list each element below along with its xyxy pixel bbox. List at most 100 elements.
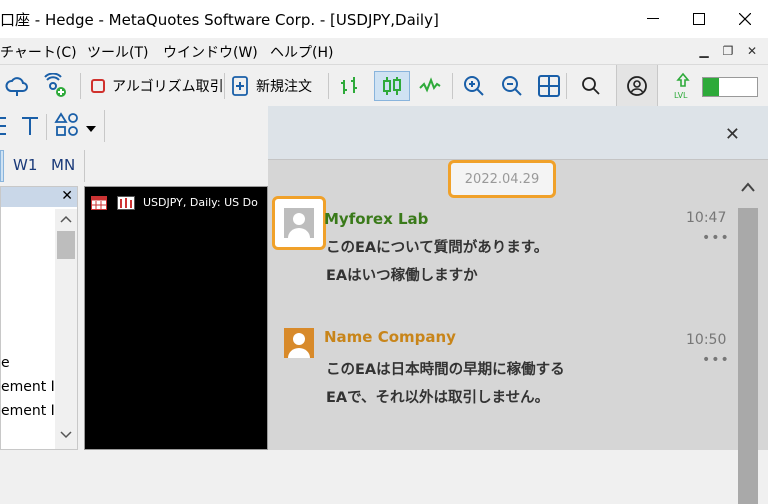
tile-windows-button[interactable] [538, 71, 560, 101]
message-time: 10:47 [686, 210, 727, 226]
close-icon[interactable]: ✕ [61, 188, 73, 204]
shapes-icon [54, 112, 78, 136]
scroll-thumb[interactable] [57, 231, 75, 259]
avatar[interactable] [284, 328, 314, 358]
timeframe-mn[interactable]: MN [51, 156, 75, 174]
table-icon [91, 196, 107, 210]
profile-button[interactable] [616, 65, 658, 107]
menu-bar: チャート(C) ツール(T) ウインドウ(W) ヘルプ(H) ▁ ❐ ✕ [0, 38, 768, 64]
level-button[interactable]: LVL [672, 71, 694, 101]
menu-window[interactable]: ウインドウ(W) [163, 42, 258, 62]
message-more-icon[interactable]: ••• [702, 230, 730, 246]
text-tool-button[interactable] [20, 114, 40, 142]
navigator-item[interactable]: ement Ir [1, 403, 61, 419]
toolbar-end [84, 150, 85, 182]
message-line: このEAは日本時間の早期に稼働する [326, 362, 565, 378]
cloud-icon [5, 77, 28, 96]
message-sender[interactable]: Name Company [324, 328, 456, 346]
mdi-minimize-button[interactable]: ▁ [694, 41, 714, 61]
zoom-in-icon [464, 76, 484, 96]
signal-plus-icon [44, 73, 66, 97]
candlestick-icon [383, 77, 401, 95]
algo-trading-label: アルゴリズム取引 [112, 79, 224, 95]
chat-header: ✕ [268, 106, 768, 160]
timeframe-toolbar: W1 MN [0, 146, 268, 186]
toolbar-end [104, 110, 105, 142]
message-line: EAはいつ稼働しますか [326, 268, 478, 284]
svg-text:LVL: LVL [674, 91, 688, 100]
zoom-out-button[interactable] [500, 71, 524, 101]
stop-icon [91, 79, 105, 93]
menu-chart[interactable]: チャート(C) [0, 42, 77, 62]
new-order-button[interactable]: 新規注文 [232, 71, 312, 101]
grid-icon [538, 75, 560, 97]
message-line: EAで、それ以外は取引しません。 [326, 390, 550, 406]
shapes-dropdown[interactable] [86, 118, 96, 137]
level-icon: LVL [674, 72, 690, 100]
crosshair-icon [0, 117, 6, 135]
menu-help[interactable]: ヘルプ(H) [270, 42, 333, 62]
close-window-button[interactable] [722, 0, 768, 38]
signal-button[interactable] [42, 71, 68, 101]
chevron-up-icon [741, 182, 755, 192]
person-silhouette-icon [288, 333, 310, 358]
person-circle-icon [627, 76, 647, 96]
mdi-close-button[interactable]: ✕ [742, 41, 762, 61]
toolbar-separator [566, 73, 567, 99]
dropdown-arrow-icon [86, 126, 96, 132]
message-sender[interactable]: Myforex Lab [324, 210, 428, 228]
signal-strength-bar [702, 77, 758, 97]
navigator-item[interactable]: ement Ir [1, 379, 61, 395]
title-bar: 口座 - Hedge - MetaQuotes Software Corp. -… [0, 0, 768, 38]
zoom-out-icon [502, 76, 522, 96]
avatar[interactable] [284, 208, 314, 238]
mdi-restore-button[interactable]: ❐ [718, 41, 738, 61]
chat-scrollbar[interactable] [736, 176, 760, 504]
toolbar-separator [452, 73, 453, 99]
message-time: 10:50 [686, 332, 727, 348]
new-order-label: 新規注文 [256, 79, 312, 95]
person-silhouette-icon [288, 213, 310, 238]
chart-mode-icon [117, 196, 135, 210]
chevron-down-icon [60, 431, 72, 439]
chart-window[interactable]: USDJPY, Daily: US Do [84, 186, 268, 450]
chat-panel: ✕ 2022.04.29 Myforex Lab 10:47 ••• このEAに… [268, 106, 768, 504]
navigator-scrollbar[interactable] [55, 209, 77, 449]
maximize-button[interactable] [676, 0, 722, 38]
main-toolbar: アルゴリズム取引 新規注文 LVL [0, 64, 768, 107]
bar-chart-icon [341, 77, 357, 94]
timeframe-w1[interactable]: W1 [13, 156, 37, 174]
date-label: 2022.04.29 [464, 171, 540, 187]
drawing-toolbar [0, 106, 268, 146]
text-icon [22, 117, 38, 135]
algo-trading-button[interactable]: アルゴリズム取引 [90, 71, 224, 101]
navigator-header: ✕ [1, 187, 77, 207]
chart-symbol-label: USDJPY, Daily: US Do [143, 196, 258, 209]
candle-chart-button[interactable] [374, 71, 410, 101]
timeframe-selected-edge [0, 150, 4, 182]
cursor-tool-button[interactable] [0, 114, 16, 142]
message-more-icon[interactable]: ••• [702, 352, 730, 368]
bar-chart-button[interactable] [338, 71, 362, 101]
navigator-panel: ✕ e ement Ir ement Ir [0, 186, 78, 450]
line-chart-button[interactable] [418, 71, 442, 101]
toolbar-separator [46, 114, 47, 140]
cloud-button[interactable] [4, 71, 30, 101]
minimize-button[interactable] [630, 0, 676, 38]
scroll-thumb[interactable] [738, 208, 758, 504]
magnifier-icon [582, 77, 600, 95]
navigator-item[interactable]: e [1, 355, 10, 371]
window-title: 口座 - Hedge - MetaQuotes Software Corp. -… [0, 11, 439, 29]
signal-strength-fill [703, 78, 719, 96]
line-chart-icon [419, 77, 441, 93]
zoom-in-button[interactable] [462, 71, 486, 101]
close-icon[interactable]: ✕ [725, 124, 740, 145]
menu-tools[interactable]: ツール(T) [87, 42, 148, 62]
new-order-icon [232, 76, 248, 96]
toolbar-separator [80, 73, 81, 99]
shapes-tool-button[interactable] [54, 112, 80, 142]
toolbar-separator [328, 73, 329, 99]
date-separator: 2022.04.29 [448, 160, 556, 198]
chat-messages[interactable]: 2022.04.29 Myforex Lab 10:47 ••• このEAについ… [268, 160, 768, 450]
search-button[interactable] [580, 71, 602, 101]
